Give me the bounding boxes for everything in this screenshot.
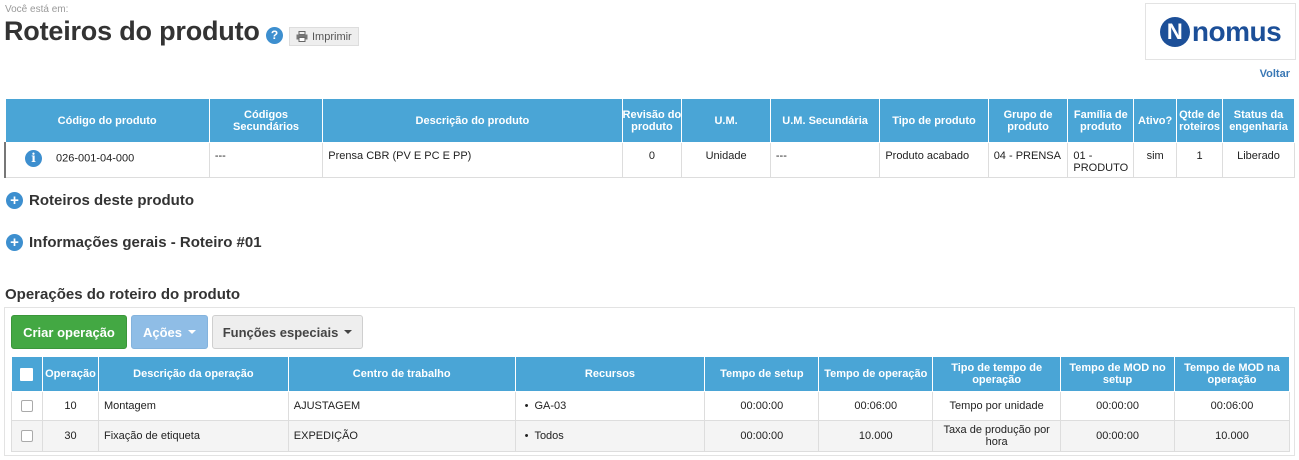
col-ativo[interactable]: Ativo? bbox=[1133, 98, 1178, 143]
col-tempo-operacao[interactable]: Tempo de operação bbox=[818, 356, 934, 392]
logo-mark: N bbox=[1159, 16, 1190, 47]
cell-centro-trabalho: AJUSTAGEM bbox=[287, 391, 516, 421]
table-row[interactable]: 30 Fixação de etiqueta EXPEDIÇÃO • Todos … bbox=[11, 420, 1290, 452]
bullet-icon: • bbox=[524, 430, 529, 442]
caret-down-icon bbox=[188, 330, 197, 334]
cell-mod-operacao: 10.000 bbox=[1174, 420, 1290, 452]
print-label: Imprimir bbox=[312, 30, 352, 43]
cell-codigos-secundarios: --- bbox=[208, 142, 324, 178]
expand-plus-icon: + bbox=[6, 234, 23, 251]
row-checkbox-cell bbox=[11, 391, 43, 421]
col-revisao[interactable]: Revisão do produto bbox=[621, 98, 683, 143]
bullet-icon: • bbox=[524, 400, 529, 412]
cell-familia: 01 - PRODUTO bbox=[1067, 142, 1135, 178]
print-button[interactable]: Imprimir bbox=[289, 27, 359, 46]
col-operacao[interactable]: Operação bbox=[41, 356, 99, 392]
col-tipo-tempo[interactable]: Tipo de tempo de operação bbox=[932, 356, 1062, 392]
cell-mod-operacao: 00:06:00 bbox=[1174, 391, 1290, 421]
col-codigos-secundarios[interactable]: Códigos Secundários bbox=[208, 98, 324, 143]
cell-qtde-roteiros: 1 bbox=[1176, 142, 1224, 178]
section-roteiros-toggle[interactable]: + Roteiros deste produto bbox=[6, 192, 194, 209]
actions-dropdown-button[interactable]: Ações bbox=[131, 315, 208, 349]
cell-descricao-operacao: Fixação de etiqueta bbox=[97, 420, 289, 452]
cell-ativo: sim bbox=[1133, 142, 1178, 178]
cell-revisao: 0 bbox=[621, 142, 683, 178]
create-operation-button[interactable]: Criar operação bbox=[11, 315, 127, 349]
caret-down-icon bbox=[344, 330, 353, 334]
operations-table: Operação Descrição da operação Centro de… bbox=[11, 356, 1290, 452]
back-link[interactable]: Voltar bbox=[1260, 68, 1290, 80]
col-mod-operacao[interactable]: Tempo de MOD na operação bbox=[1174, 356, 1290, 392]
col-tempo-setup[interactable]: Tempo de setup bbox=[704, 356, 820, 392]
select-all-checkbox[interactable] bbox=[20, 367, 34, 381]
cell-grupo: 04 - PRENSA bbox=[987, 142, 1069, 178]
col-centro-trabalho[interactable]: Centro de trabalho bbox=[287, 356, 516, 392]
cell-descricao: Prensa CBR (PV E PC E PP) bbox=[322, 142, 623, 178]
row-checkbox-cell bbox=[11, 420, 43, 452]
actions-label: Ações bbox=[142, 324, 183, 340]
table-row[interactable]: 10 Montagem AJUSTAGEM • GA-03 00:00:00 00… bbox=[11, 391, 1290, 421]
cell-um-secundaria: --- bbox=[769, 142, 881, 178]
cell-mod-setup: 00:00:00 bbox=[1060, 391, 1175, 421]
page-title: Roteiros do produto bbox=[4, 16, 260, 46]
cell-tipo-tempo: Taxa de produção por hora bbox=[932, 420, 1062, 452]
breadcrumb-hint: Você está em: bbox=[5, 4, 69, 15]
recurso-value: GA-03 bbox=[534, 400, 567, 412]
product-table: Código do produto Códigos Secundários De… bbox=[3, 98, 1295, 178]
printer-icon bbox=[296, 31, 308, 42]
help-icon[interactable]: ? bbox=[266, 27, 283, 44]
col-mod-setup[interactable]: Tempo de MOD no setup bbox=[1060, 356, 1175, 392]
cell-tempo-setup: 00:00:00 bbox=[704, 420, 820, 452]
col-qtde-roteiros[interactable]: Qtde de roteiros bbox=[1176, 98, 1224, 143]
cell-operacao: 10 bbox=[41, 391, 99, 421]
row-checkbox[interactable] bbox=[20, 430, 33, 443]
special-functions-dropdown-button[interactable]: Funções especiais bbox=[212, 315, 363, 349]
logo-text: nomus bbox=[1191, 15, 1282, 47]
cell-recursos: • GA-03 bbox=[514, 391, 706, 421]
table-row: i 026-001-04-000 --- Prensa CBR (PV E PC … bbox=[3, 142, 1295, 178]
col-um[interactable]: U.M. bbox=[681, 98, 771, 143]
cell-descricao-operacao: Montagem bbox=[97, 391, 289, 421]
col-um-secundaria[interactable]: U.M. Secundária bbox=[769, 98, 881, 143]
info-icon[interactable]: i bbox=[25, 150, 42, 167]
cell-tempo-operacao: 00:06:00 bbox=[818, 391, 934, 421]
col-descricao[interactable]: Descrição do produto bbox=[322, 98, 623, 143]
col-status[interactable]: Status da engenharia bbox=[1222, 98, 1295, 143]
col-select-all bbox=[11, 356, 43, 392]
col-codigo[interactable]: Código do produto bbox=[4, 98, 210, 143]
cell-tipo: Produto acabado bbox=[879, 142, 989, 178]
col-tipo[interactable]: Tipo de produto bbox=[879, 98, 989, 143]
section-informacoes-label: Informações gerais - Roteiro #01 bbox=[29, 234, 262, 251]
cell-codigo: i 026-001-04-000 bbox=[3, 142, 210, 178]
cell-recursos: • Todos bbox=[514, 420, 706, 452]
cell-operacao: 30 bbox=[41, 420, 99, 452]
cell-tempo-setup: 00:00:00 bbox=[704, 391, 820, 421]
cell-mod-setup: 00:00:00 bbox=[1060, 420, 1175, 452]
cell-status: Liberado bbox=[1222, 142, 1295, 178]
section-roteiros-label: Roteiros deste produto bbox=[29, 192, 195, 209]
codigo-value: 026-001-04-000 bbox=[56, 152, 135, 165]
company-logo: N nomus bbox=[1145, 3, 1296, 60]
row-checkbox[interactable] bbox=[20, 400, 33, 413]
col-familia[interactable]: Família de produto bbox=[1067, 98, 1135, 143]
cell-tipo-tempo: Tempo por unidade bbox=[932, 391, 1062, 421]
special-functions-label: Funções especiais bbox=[222, 324, 339, 340]
col-descricao-operacao[interactable]: Descrição da operação bbox=[97, 356, 289, 392]
cell-tempo-operacao: 10.000 bbox=[818, 420, 934, 452]
expand-plus-icon: + bbox=[6, 192, 23, 209]
operations-heading: Operações do roteiro do produto bbox=[5, 286, 241, 303]
col-grupo[interactable]: Grupo de produto bbox=[987, 98, 1069, 143]
operations-panel: Criar operação Ações Funções especiais O… bbox=[4, 307, 1295, 456]
cell-um: Unidade bbox=[681, 142, 771, 178]
recurso-value: Todos bbox=[534, 430, 564, 442]
col-recursos[interactable]: Recursos bbox=[514, 356, 706, 392]
cell-centro-trabalho: EXPEDIÇÃO bbox=[287, 420, 516, 452]
section-informacoes-toggle[interactable]: + Informações gerais - Roteiro #01 bbox=[6, 234, 262, 251]
